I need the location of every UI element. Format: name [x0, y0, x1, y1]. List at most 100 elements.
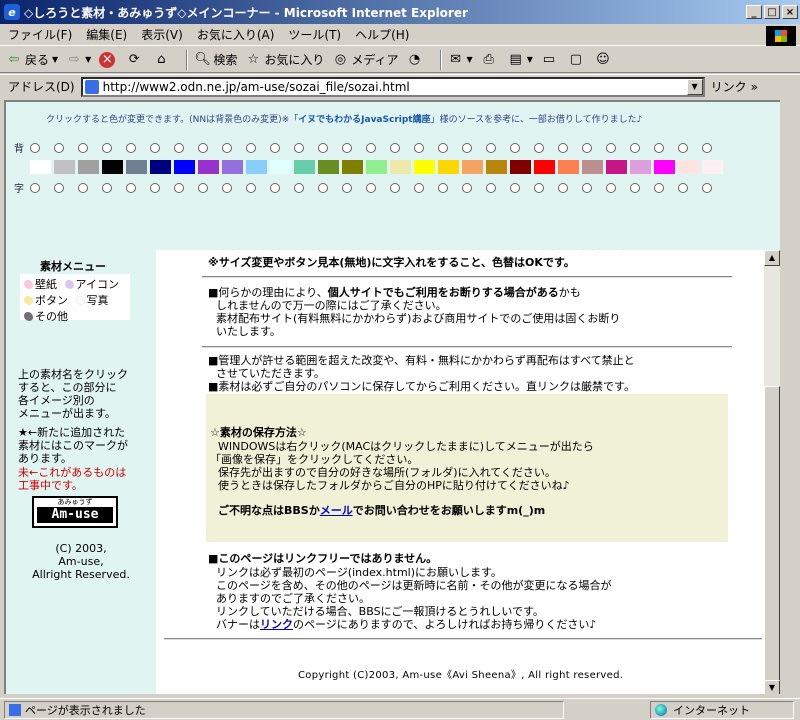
bg-color-radio[interactable]: [486, 142, 496, 153]
address-input[interactable]: http://www2.odn.ne.jp/am-use/sozai_file/…: [80, 76, 705, 97]
bg-color-radio[interactable]: [678, 142, 688, 153]
fg-color-radio[interactable]: [222, 182, 232, 193]
maximize-button[interactable]: □: [764, 5, 780, 19]
menu-item-photo[interactable]: 写真: [75, 292, 109, 308]
cut-off-line: ※サイズ変更やボタン見本(無地)に文字入れをすること、色替はOKです。: [208, 256, 575, 269]
bg-color-radio[interactable]: [270, 142, 280, 153]
address-dropdown[interactable]: ▼: [686, 78, 703, 95]
menu-favorites[interactable]: お気に入り(A): [197, 26, 275, 43]
research-button[interactable]: ▢: [568, 52, 587, 68]
menu-tools[interactable]: ツール(T): [288, 26, 341, 43]
bg-color-radio[interactable]: [390, 142, 400, 153]
mail-button[interactable]: ✉ ▼: [448, 52, 473, 68]
js-course-link[interactable]: イヌでもわかるJavaScript講座: [298, 115, 430, 125]
scroll-down-button[interactable]: ▼: [764, 680, 780, 694]
fg-color-radio[interactable]: [486, 182, 496, 193]
bg-color-radio[interactable]: [150, 142, 160, 153]
fg-color-radio[interactable]: [582, 182, 592, 193]
edit-button[interactable]: ▤ ▼: [508, 52, 533, 68]
fg-color-radio[interactable]: [390, 182, 400, 193]
bg-color-radio[interactable]: [102, 142, 112, 153]
close-button[interactable]: ×: [782, 5, 798, 19]
bg-color-radio[interactable]: [246, 142, 256, 153]
fg-color-radio[interactable]: [126, 182, 136, 193]
fg-color-radio[interactable]: [102, 182, 112, 193]
messenger-button[interactable]: ☺: [595, 52, 614, 68]
fg-color-radio[interactable]: [30, 182, 40, 193]
fg-color-radio[interactable]: [174, 182, 184, 193]
fg-color-radio[interactable]: [342, 182, 352, 193]
stop-button[interactable]: ×: [99, 51, 118, 68]
fg-color-radio[interactable]: [270, 182, 280, 193]
menu-file[interactable]: ファイル(F): [8, 26, 72, 43]
menu-item-button[interactable]: ボタン: [24, 292, 68, 308]
fg-color-radio[interactable]: [462, 182, 472, 193]
bg-color-radio[interactable]: [126, 142, 136, 153]
fg-color-radio[interactable]: [294, 182, 304, 193]
fg-color-radio[interactable]: [366, 182, 376, 193]
bg-color-radio[interactable]: [438, 142, 448, 153]
bg-color-radio[interactable]: [462, 142, 472, 153]
bg-color-radio[interactable]: [558, 142, 568, 153]
bg-color-radio[interactable]: [414, 142, 424, 153]
fg-color-radio[interactable]: [630, 182, 640, 193]
fg-color-radio[interactable]: [654, 182, 664, 193]
bg-color-radio[interactable]: [198, 142, 208, 153]
mail-link[interactable]: メール: [320, 504, 353, 517]
fg-color-radio[interactable]: [606, 182, 616, 193]
bg-color-radio[interactable]: [582, 142, 592, 153]
menu-edit[interactable]: 編集(E): [86, 26, 127, 43]
menu-item-wallpaper[interactable]: 壁紙: [24, 276, 57, 292]
fg-color-radio[interactable]: [78, 182, 88, 193]
favorites-button[interactable]: ☆ お気に入り: [245, 51, 325, 68]
search-button[interactable]: 🔍︎ 検索: [194, 51, 237, 68]
bg-color-radio[interactable]: [294, 142, 304, 153]
fg-color-radio[interactable]: [246, 182, 256, 193]
bg-color-radio[interactable]: [222, 142, 232, 153]
bg-color-radio[interactable]: [606, 142, 616, 153]
bg-color-radio[interactable]: [78, 142, 88, 153]
bg-color-radio[interactable]: [534, 142, 544, 153]
fg-color-radio[interactable]: [534, 182, 544, 193]
bg-color-radio[interactable]: [702, 142, 712, 153]
fg-color-radio[interactable]: [510, 182, 520, 193]
bg-color-radio[interactable]: [366, 142, 376, 153]
forward-button[interactable]: ⇨ ▼: [66, 52, 92, 68]
fg-color-radio[interactable]: [318, 182, 328, 193]
color-swatch: [174, 160, 195, 174]
link-page-link[interactable]: リンク: [260, 618, 293, 631]
menu-view[interactable]: 表示(V): [141, 26, 183, 43]
fg-color-radio[interactable]: [150, 182, 160, 193]
fg-color-radio[interactable]: [702, 182, 712, 193]
media-button[interactable]: ◎ メディア: [332, 51, 399, 68]
fg-color-radio[interactable]: [414, 182, 424, 193]
discuss-button[interactable]: ▭: [541, 52, 560, 68]
scroll-thumb[interactable]: [764, 386, 780, 686]
bg-color-radio[interactable]: [630, 142, 640, 153]
menu-help[interactable]: ヘルプ(H): [355, 26, 409, 43]
menu-item-other[interactable]: その他: [24, 308, 68, 324]
fg-color-radio[interactable]: [54, 182, 64, 193]
other-bullet-icon: [24, 311, 33, 321]
back-button[interactable]: ⇦ 戻る ▼: [6, 51, 59, 68]
history-button[interactable]: ◔: [407, 52, 426, 68]
links-button[interactable]: リンク»: [711, 78, 758, 95]
vertical-scrollbar[interactable]: ▲ ▼: [764, 250, 780, 694]
bg-color-radio[interactable]: [174, 142, 184, 153]
bg-color-radio[interactable]: [54, 142, 64, 153]
refresh-button[interactable]: ⟳: [126, 52, 145, 68]
fg-color-radio[interactable]: [678, 182, 688, 193]
scroll-up-button[interactable]: ▲: [764, 250, 780, 266]
bg-color-radio[interactable]: [654, 142, 664, 153]
fg-color-radio[interactable]: [438, 182, 448, 193]
menu-item-icon[interactable]: アイコン: [64, 276, 119, 292]
fg-color-radio[interactable]: [558, 182, 568, 193]
bg-color-radio[interactable]: [30, 142, 40, 153]
print-button[interactable]: ⎙: [481, 52, 500, 68]
bg-color-radio[interactable]: [342, 142, 352, 153]
fg-color-radio[interactable]: [198, 182, 208, 193]
bg-color-radio[interactable]: [318, 142, 328, 153]
minimize-button[interactable]: _: [746, 5, 762, 19]
home-button[interactable]: ⌂: [153, 52, 172, 68]
bg-color-radio[interactable]: [510, 142, 520, 153]
